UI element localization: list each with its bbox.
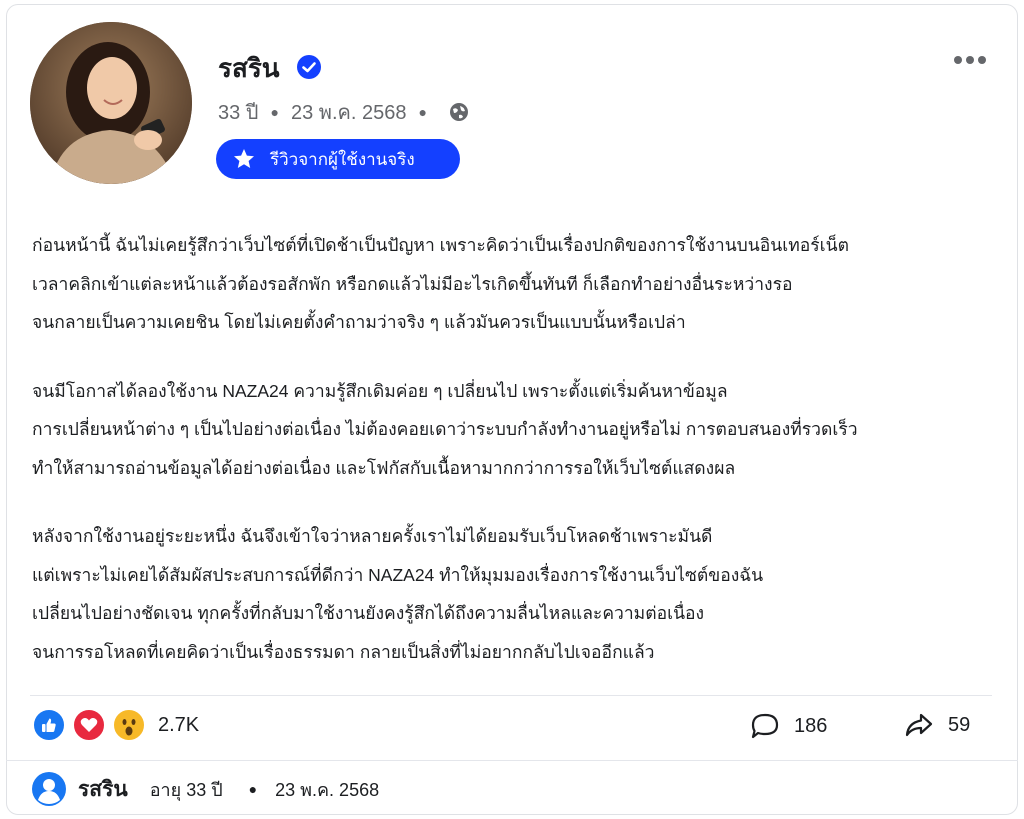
wow-reaction-icon [112,708,146,742]
love-reaction-icon [72,708,106,742]
post-date[interactable]: 23 พ.ค. 2568 [291,96,407,128]
comment-bubble-icon [751,713,779,739]
post-paragraph: หลังจากใช้งานอยู่ระยะหนึ่ง ฉันจึงเข้าใจว… [32,517,1007,671]
text-line: เวลาคลิกเข้าแต่ละหน้าแล้วต้องรอสักพัก หร… [32,273,793,294]
verified-review-badge: รีวิวจากผู้ใช้งานจริง [216,139,460,179]
comments-count: 186 [794,714,828,737]
shares-button[interactable]: 59 [904,712,970,738]
text-line: แต่เพราะไม่เคยได้สัมผัสประสบการณ์ที่ดีกว… [32,564,764,585]
footer-age: อายุ 33 ปี [149,779,223,800]
text-line: ทำให้สามารถอ่านข้อมูลได้อย่างต่อเนื่อง แ… [32,457,736,478]
footer-divider [6,760,1018,761]
author-avatar[interactable] [30,22,192,184]
user-icon [32,772,66,806]
footer-name[interactable]: รสริน [78,773,128,806]
comments-button[interactable]: 186 [750,712,827,740]
reactions-count[interactable]: 2.7K [158,714,199,737]
meta-separator: ● [270,104,279,120]
text-line: การเปลี่ยนหน้าต่าง ๆ เป็นไปอย่างต่อเนื่อ… [32,419,858,439]
badge-label: รีวิวจากผู้ใช้งานจริง [270,149,415,169]
author-name[interactable]: รสริน [218,48,280,89]
text-line: ก่อนหน้านี้ ฉันไม่เคยรู้สึกว่าเว็บไซต์ที… [32,235,849,255]
divider [30,695,992,696]
post-paragraph: ก่อนหน้านี้ ฉันไม่เคยรู้สึกว่าเว็บไซต์ที… [32,226,1007,342]
verified-check-icon [297,55,321,79]
text-line: จนกลายเป็นความเคยชิน โดยไม่เคยตั้งคำถามว… [32,312,686,332]
shares-count: 59 [948,713,971,736]
footer-date: 23 พ.ค. 2568 [275,779,380,800]
text-line: จนมีโอกาสได้ลองใช้งาน NAZA24 ความรู้สึกเ… [32,380,728,401]
reactions-summary[interactable]: 2.7K [32,708,199,742]
post-paragraph: จนมีโอกาสได้ลองใช้งาน NAZA24 ความรู้สึกเ… [32,372,1007,488]
post-meta: 33 ปี ● 23 พ.ค. 2568 ● [218,96,469,128]
globe-icon[interactable] [449,102,469,122]
footer-separator: ● [248,781,258,797]
text-line: จนการรอโหลดที่เคยคิดว่าเป็นเรื่องธรรมดา … [32,641,655,662]
text-line: หลังจากใช้งานอยู่ระยะหนึ่ง ฉันจึงเข้าใจว… [32,526,713,546]
like-reaction-icon [32,708,66,742]
more-options-icon[interactable] [950,52,990,68]
star-icon [234,149,254,168]
meta-separator: ● [418,104,427,120]
share-arrow-icon [905,713,933,737]
post-body: ก่อนหน้านี้ ฉันไม่เคยรู้สึกว่าเว็บไซต์ที… [32,226,1007,671]
footer-bar: รสริน อายุ 33 ปี ● 23 พ.ค. 2568 [32,772,379,806]
text-line: เปลี่ยนไปอย่างชัดเจน ทุกครั้งที่กลับมาใช… [32,603,705,623]
author-age: 33 ปี [218,102,259,124]
